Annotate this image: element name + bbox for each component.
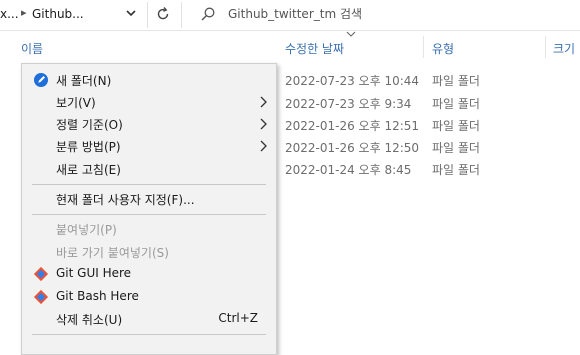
chevron-right-icon [260,96,267,108]
sort-caret-icon [346,31,356,37]
row-type: 파일 폴더 [432,97,480,111]
toolbar-divider [181,2,182,28]
toolbar-divider [147,2,148,28]
menu-item-customize-folder[interactable]: 현재 폴더 사용자 지정(F)... [22,188,276,210]
shortcut-label: Ctrl+Z [218,311,258,325]
row-type: 파일 폴더 [432,74,480,88]
row-type: 파일 폴더 [432,141,480,155]
breadcrumb-current[interactable]: Github... [32,7,84,21]
search-input[interactable] [228,5,558,23]
menu-separator [32,334,266,335]
row-modified: 2022-01-24 오후 8:45 [285,163,412,177]
column-divider[interactable] [423,36,424,58]
column-header-type[interactable]: 유형 [432,40,454,57]
column-header-modified[interactable]: 수정한 날짜 [285,40,344,57]
menu-separator [32,214,266,215]
row-modified: 2022-07-23 오후 10:44 [285,74,420,88]
row-modified: 2022-07-23 오후 9:34 [285,97,412,111]
column-divider[interactable] [545,36,546,58]
new-folder-icon [34,73,48,87]
menu-item-undo-delete[interactable]: 삭제 취소(U) Ctrl+Z [22,308,276,330]
git-icon [33,266,49,282]
chevron-right-icon [260,118,267,130]
row-modified: 2022-01-26 오후 12:50 [285,141,420,155]
breadcrumb-separator-icon: ▸ [21,6,27,19]
row-modified: 2022-01-26 오후 12:51 [285,119,420,133]
menu-item-paste: 붙여넣기(P) [56,223,117,237]
column-header-name[interactable]: 이름 [21,40,43,57]
menu-item-git-gui[interactable]: Git GUI Here [22,263,276,285]
row-type: 파일 폴더 [432,119,480,133]
context-menu: 새 폴더(N) 보기(V) 정렬 기준(O) 분류 방법(P) 새로 고침(E)… [21,63,277,355]
address-bar: x... ▸ Github... [0,0,580,31]
menu-item-view[interactable]: 보기(V) [22,91,276,113]
menu-item-sort-by[interactable]: 정렬 기준(O) [22,113,276,135]
menu-separator [32,184,266,185]
refresh-icon[interactable] [155,6,171,22]
row-type: 파일 폴더 [432,163,480,177]
search-icon [201,7,215,21]
menu-item-paste-shortcut: 바로 가기 붙여넣기(S) [56,246,169,260]
menu-item-new-folder[interactable]: 새 폴더(N) [22,69,276,91]
menu-item-git-bash[interactable]: Git Bash Here [22,286,276,308]
breadcrumb-prev[interactable]: x... [0,7,19,21]
column-header-size[interactable]: 크기 [553,40,575,57]
git-icon [33,289,49,305]
menu-item-group-by[interactable]: 분류 방법(P) [22,135,276,157]
menu-item-refresh[interactable]: 새로 고침(E) [22,158,276,180]
chevron-right-icon [260,140,267,152]
chevron-down-icon[interactable] [124,6,138,20]
